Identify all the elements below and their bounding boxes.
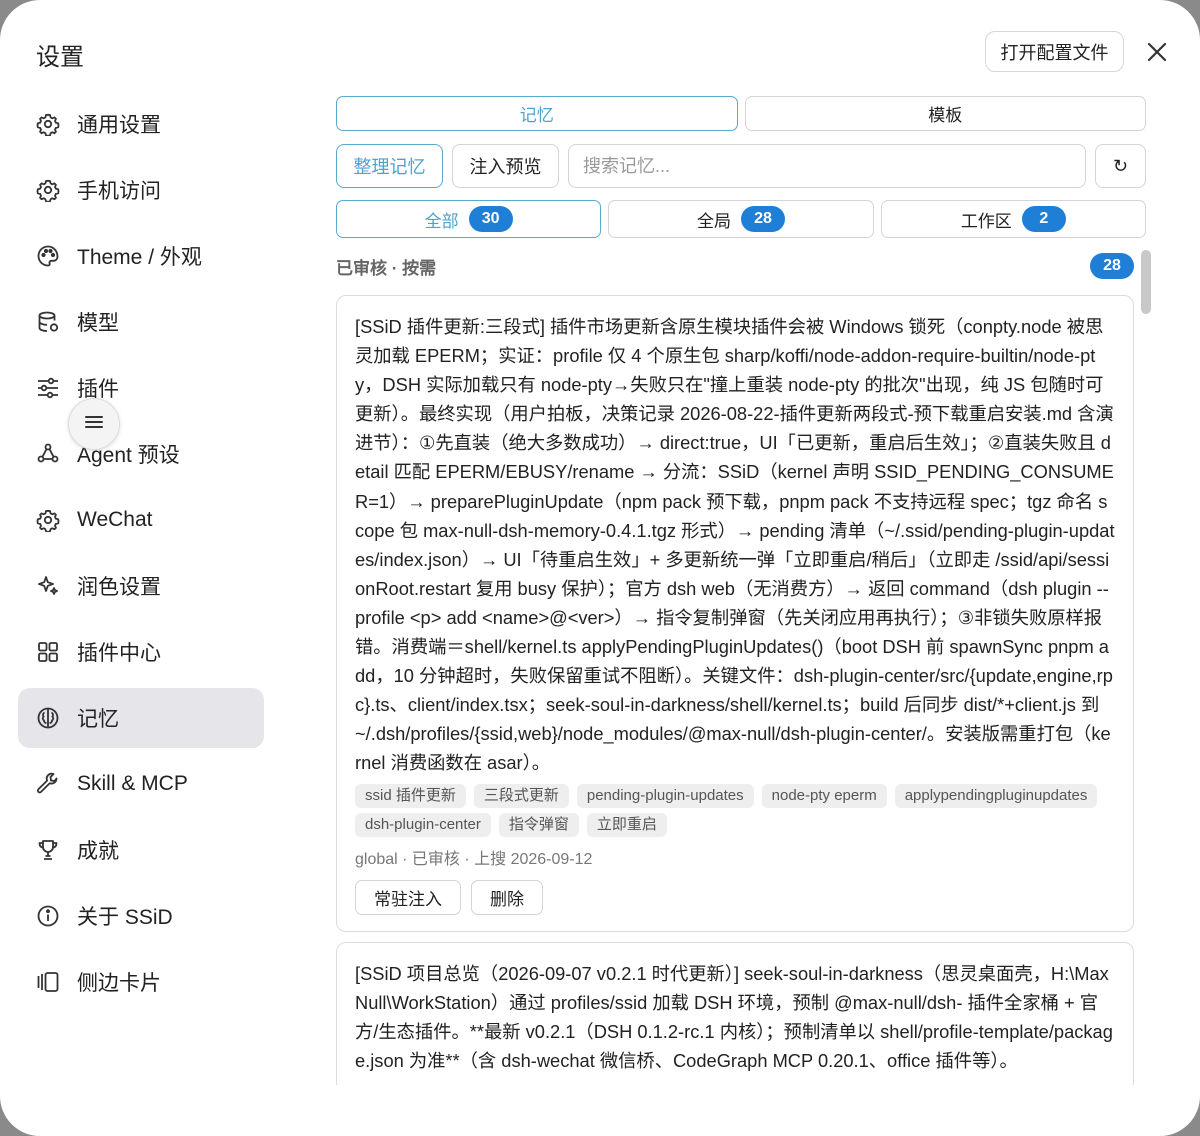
sidebar-item-achievements[interactable]: 成就 [18,820,264,880]
settings-sidebar: 通用设置 手机访问 Theme / 外观 模型 插件 Agent 预设 WeCh… [18,94,264,1018]
sidebar-item-label: 成就 [77,840,119,863]
tab-templates[interactable]: 模板 [744,96,1146,131]
filter-workspace[interactable]: 工作区 2 [880,200,1146,238]
brain-icon [36,706,60,730]
tag: 指令弹窗 [498,812,579,837]
sidebar-item-label: WeChat [77,508,153,531]
tab-memory[interactable]: 记忆 [336,96,738,131]
sidebar-item-wechat[interactable]: WeChat [18,490,264,550]
settings-dialog: 设置 打开配置文件 通用设置 手机访问 Theme / 外观 模型 插件 Age… [0,0,1200,1136]
sidebar-item-label: Theme / 外观 [77,246,202,269]
scrollbar-thumb[interactable] [1141,250,1151,314]
tag: 三段式更新 [473,783,569,808]
memory-text: [SSiD 插件更新:三段式] 插件市场更新含原生模块插件会被 Windows … [355,316,1115,774]
sidebar-item-label: 记忆 [77,708,119,731]
memory-panel: 记忆 模板 整理记忆 注入预览 ↻ 全部 30 全局 28 工作区 2 [336,96,1146,279]
memory-card: [SSiD 项目总览（2026-09-07 v0.2.1 时代更新）] seek… [336,941,1134,1085]
count-badge: 2 [1021,206,1066,232]
tag: applypendingpluginupdates [894,783,1098,808]
tag: ssid 插件更新 [355,783,466,808]
agent-icon [36,442,60,466]
gear-icon [36,112,60,136]
section-count-badge: 28 [1090,253,1134,279]
filter-all[interactable]: 全部 30 [336,200,602,238]
organize-memory-button[interactable]: 整理记忆 [336,144,443,188]
top-tabs: 记忆 模板 [336,96,1146,131]
sidebar-item-theme[interactable]: Theme / 外观 [18,226,264,286]
tag: pending-plugin-updates [576,783,754,808]
sidebar-item-plugin-center[interactable]: 插件中心 [18,622,264,682]
refresh-icon: ↻ [1112,155,1129,176]
tag: node-pty eperm [761,783,887,808]
info-icon [36,904,60,928]
wrench-icon [36,772,60,796]
card-actions: 常驻注入 删除 [355,879,1115,915]
close-icon[interactable] [1142,37,1172,67]
sidebar-item-label: 润色设置 [77,576,161,599]
database-icon [36,310,60,334]
sidebar-item-label: 通用设置 [77,114,161,137]
sidebar-item-side-cards[interactable]: 侧边卡片 [18,952,264,1012]
grid-icon [36,640,60,664]
sidebar-item-label: 插件中心 [77,642,161,665]
sidebar-item-plugins[interactable]: 插件 [18,358,264,418]
sidebar-item-memory[interactable]: 记忆 [18,688,264,748]
sidebar-item-label: 侧边卡片 [77,972,161,995]
sidebar-item-about[interactable]: 关于 SSiD [18,886,264,946]
scrollbar[interactable] [1140,250,1152,1086]
sidebar-item-models[interactable]: 模型 [18,292,264,352]
open-config-button[interactable]: 打开配置文件 [985,31,1124,72]
sidebar-item-agent-presets[interactable]: Agent 预设 [18,424,264,484]
memory-toolbar: 整理记忆 注入预览 ↻ [336,144,1146,188]
delete-button[interactable]: 删除 [471,879,543,915]
sidebar-item-label: 手机访问 [77,180,161,203]
filter-label: 工作区 [960,211,1012,231]
tag: 立即重启 [586,812,667,837]
sliders-icon [36,376,60,400]
palette-icon [36,244,60,268]
section-header: 已审核 · 按需 28 [336,252,1134,280]
memory-text: [SSiD 项目总览（2026-09-07 v0.2.1 时代更新）] seek… [355,962,1113,1071]
memory-list: [SSiD 插件更新:三段式] 插件市场更新含原生模块插件会被 Windows … [336,295,1134,1085]
count-badge: 28 [740,206,785,232]
memory-meta: global · 已审核 · 上搜 2026-09-12 [355,850,593,868]
menu-icon [85,415,103,434]
trophy-icon [36,838,60,862]
sidebar-item-label: Skill & MCP [77,772,188,795]
memory-search-input[interactable] [568,144,1086,188]
gear-icon [36,178,60,202]
sparkle-icon [36,574,60,598]
dialog-title: 设置 [36,44,84,71]
cards-icon [36,970,60,994]
memory-card: [SSiD 插件更新:三段式] 插件市场更新含原生模块插件会被 Windows … [336,295,1134,932]
refresh-button[interactable]: ↻ [1095,144,1146,188]
tag-list: ssid 插件更新 三段式更新 pending-plugin-updates n… [355,783,1115,837]
filter-global[interactable]: 全局 28 [608,200,874,238]
tag: dsh-plugin-center [355,812,491,837]
pin-inject-button[interactable]: 常驻注入 [355,879,461,915]
filter-label: 全部 [424,211,459,231]
gear-icon [36,508,60,532]
sidebar-item-polish-settings[interactable]: 润色设置 [18,556,264,616]
section-title: 已审核 · 按需 [336,258,437,278]
count-badge: 30 [468,206,513,232]
sidebar-item-mobile-access[interactable]: 手机访问 [18,160,264,220]
sidebar-item-label: 关于 SSiD [77,906,173,929]
sidebar-item-label: 模型 [77,312,119,335]
filter-label: 全局 [696,211,731,231]
inject-preview-button[interactable]: 注入预览 [452,144,559,188]
scope-filters: 全部 30 全局 28 工作区 2 [336,200,1146,238]
sidebar-item-skill-mcp[interactable]: Skill & MCP [18,754,264,814]
sidebar-item-general[interactable]: 通用设置 [18,94,264,154]
floating-menu-button[interactable] [68,398,120,450]
